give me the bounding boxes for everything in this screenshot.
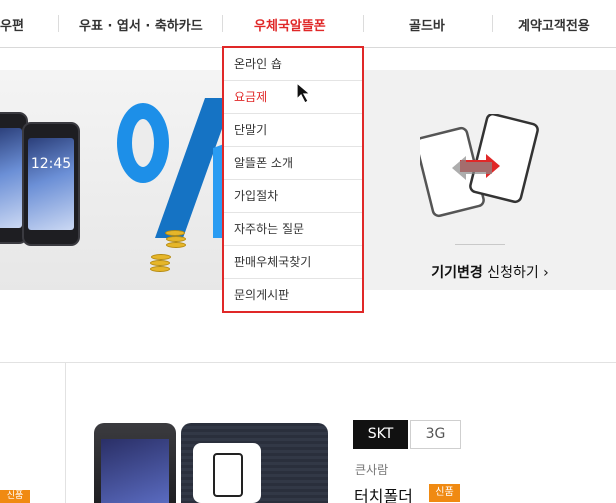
column-divider [65, 363, 66, 503]
touch-phone-icon [213, 453, 243, 497]
flip-phone-image[interactable] [94, 423, 176, 503]
chevron-right-icon: › [543, 265, 549, 281]
menu-item-find-store[interactable]: 판매우체국찾기 [224, 246, 362, 279]
section-divider [0, 362, 616, 363]
cursor-arrow-icon [296, 82, 312, 104]
device-change-link[interactable]: 기기변경 신청하기 › [364, 262, 616, 282]
menu-item-rate-plans[interactable]: 요금제 [224, 81, 362, 114]
nav-item-contract-customers[interactable]: 계약고객전용 [518, 15, 590, 34]
nav-separator [222, 15, 223, 32]
nav-item-gold-bar[interactable]: 골드바 [409, 15, 445, 34]
smartphone-promo[interactable]: 12:45 [0, 70, 238, 290]
new-badge: 신품 [429, 484, 460, 502]
product-model[interactable]: 터치폴더 [354, 483, 413, 503]
nav-separator [363, 15, 364, 32]
nav-separator [58, 15, 59, 32]
phone-clock-text: 12:45 [30, 156, 72, 172]
divider [455, 244, 505, 245]
post-mobile-dropdown: 온라인 숍 요금제 단말기 알뜰폰 소개 가입절차 자주하는 질문 판매우체국찾… [222, 48, 364, 313]
percent-graphic [117, 98, 235, 238]
product-maker: 큰사람 [355, 463, 389, 477]
smartphone-image: 12:45 [22, 122, 80, 246]
new-badge: 신품 [0, 490, 30, 503]
top-navigation: 우편 우표 · 엽서 · 축하카드 우체국알뜰폰 골드바 계약고객전용 [0, 0, 616, 48]
nav-separator [492, 15, 493, 32]
nav-item-post-mobile[interactable]: 우체국알뜰폰 [254, 15, 326, 34]
device-change-panel[interactable]: 기기변경 신청하기 › [363, 70, 616, 290]
menu-item-devices[interactable]: 단말기 [224, 114, 362, 147]
network-tab-3g[interactable]: 3G [410, 420, 461, 449]
nav-item-post[interactable]: 우편 [0, 15, 24, 34]
carrier-tab-skt[interactable]: SKT [353, 420, 408, 449]
flip-phone-image[interactable] [181, 423, 328, 503]
device-change-icon [420, 114, 539, 218]
nav-item-stamps-cards[interactable]: 우표 · 엽서 · 축하카드 [79, 15, 203, 34]
menu-item-online-shop[interactable]: 온라인 숍 [224, 48, 362, 81]
device-change-bold: 기기변경 [431, 265, 483, 281]
device-change-text: 신청하기 [482, 265, 539, 281]
menu-item-signup-steps[interactable]: 가입절차 [224, 180, 362, 213]
menu-item-faq[interactable]: 자주하는 질문 [224, 213, 362, 246]
menu-item-inquiry-board[interactable]: 문의게시판 [224, 279, 362, 312]
menu-item-about[interactable]: 알뜰폰 소개 [224, 147, 362, 180]
